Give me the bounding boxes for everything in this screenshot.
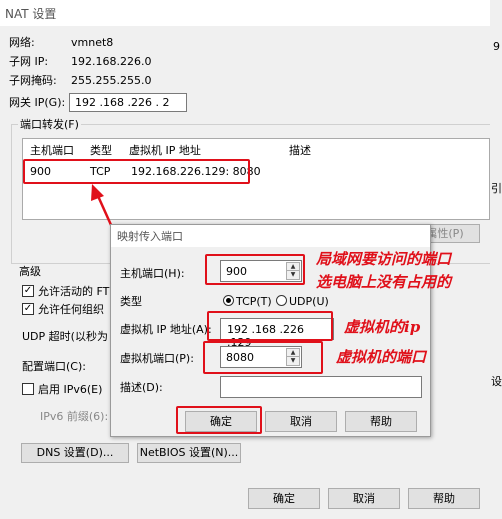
vm-port-label: 虚拟机端口(P): [120,352,194,365]
sub-cancel-label: 取消 [290,415,312,428]
sub-help-label: 帮助 [370,415,392,428]
udp-radio[interactable] [276,295,287,306]
type-label: 类型 [120,295,142,308]
sub-dialog-title-bar: 映射传入端口 [111,225,430,247]
annotation-host-port-1: 局域网要访问的端口 [316,250,452,268]
tcp-radio[interactable] [223,295,234,306]
sub-help-button[interactable]: 帮助 [345,411,417,432]
udp-label: UDP(U) [289,295,329,308]
annotation-vm-port: 虚拟机的端口 [336,348,427,366]
vm-ip-label: 虚拟机 IP 地址(A): [120,323,212,336]
annotation-host-port-2: 选电脑上没有占用的 [316,273,452,291]
highlight-vm-port [203,341,323,374]
description-label: 描述(D): [120,381,163,394]
tcp-label: TCP(T) [236,295,272,308]
description-input[interactable] [220,376,422,398]
host-port-label: 主机端口(H): [120,267,185,280]
highlight-sub-ok [176,406,262,434]
highlight-host-port [205,254,305,285]
sub-cancel-button[interactable]: 取消 [265,411,337,432]
arrow-head [91,184,104,201]
annotation-vm-ip: 虚拟机的ip [344,318,421,336]
sub-dialog-title: 映射传入端口 [117,230,183,243]
highlight-vm-ip [207,311,333,341]
